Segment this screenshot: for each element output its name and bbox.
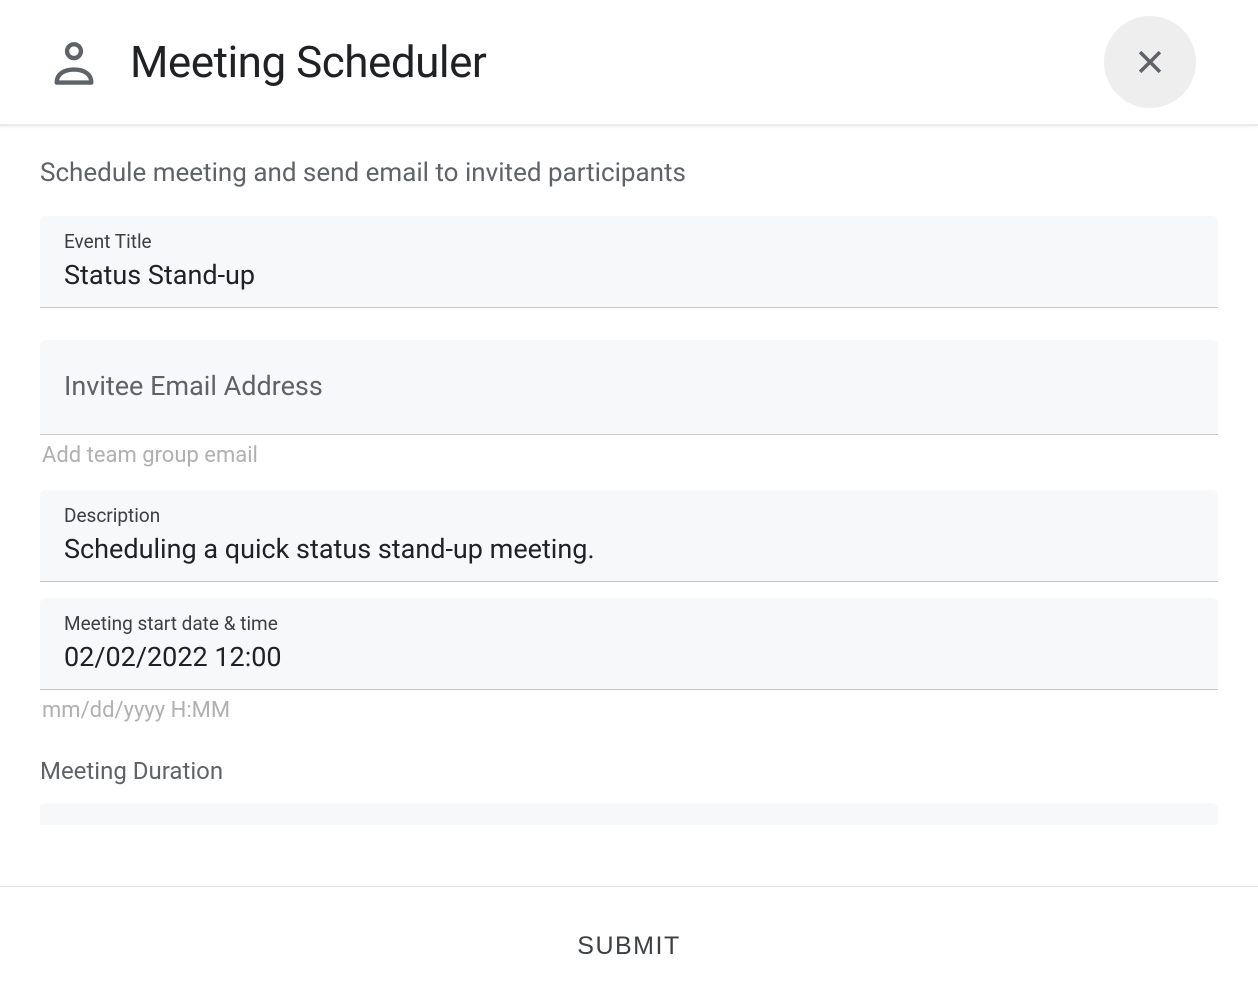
start-datetime-helper-text: mm/dd/yyyy H:MM xyxy=(40,698,1218,723)
invitee-helper-text: Add team group email xyxy=(40,443,1218,468)
duration-field[interactable] xyxy=(40,803,1218,825)
submit-button[interactable]: SUBMIT xyxy=(537,912,720,981)
description-label: Description xyxy=(64,504,1194,527)
description-input[interactable] xyxy=(64,533,1194,565)
form-content: Schedule meeting and send email to invit… xyxy=(0,126,1258,862)
form-subtitle: Schedule meeting and send email to invit… xyxy=(40,158,1218,188)
dialog-footer: SUBMIT xyxy=(0,886,1258,1006)
event-title-label: Event Title xyxy=(64,230,1194,253)
invitee-email-field[interactable]: Invitee Email Address xyxy=(40,340,1218,435)
person-icon xyxy=(48,36,100,88)
duration-label: Meeting Duration xyxy=(40,757,1218,785)
invitee-email-label: Invitee Email Address xyxy=(64,354,1194,418)
start-datetime-input[interactable] xyxy=(64,641,1194,673)
event-title-input[interactable] xyxy=(64,259,1194,291)
close-icon xyxy=(1133,45,1167,79)
close-button[interactable] xyxy=(1104,16,1196,108)
start-datetime-label: Meeting start date & time xyxy=(64,612,1194,635)
dialog-title: Meeting Scheduler xyxy=(130,36,486,88)
start-datetime-field[interactable]: Meeting start date & time xyxy=(40,598,1218,690)
dialog-header: Meeting Scheduler xyxy=(0,0,1258,126)
description-field[interactable]: Description xyxy=(40,490,1218,582)
event-title-field[interactable]: Event Title xyxy=(40,216,1218,308)
